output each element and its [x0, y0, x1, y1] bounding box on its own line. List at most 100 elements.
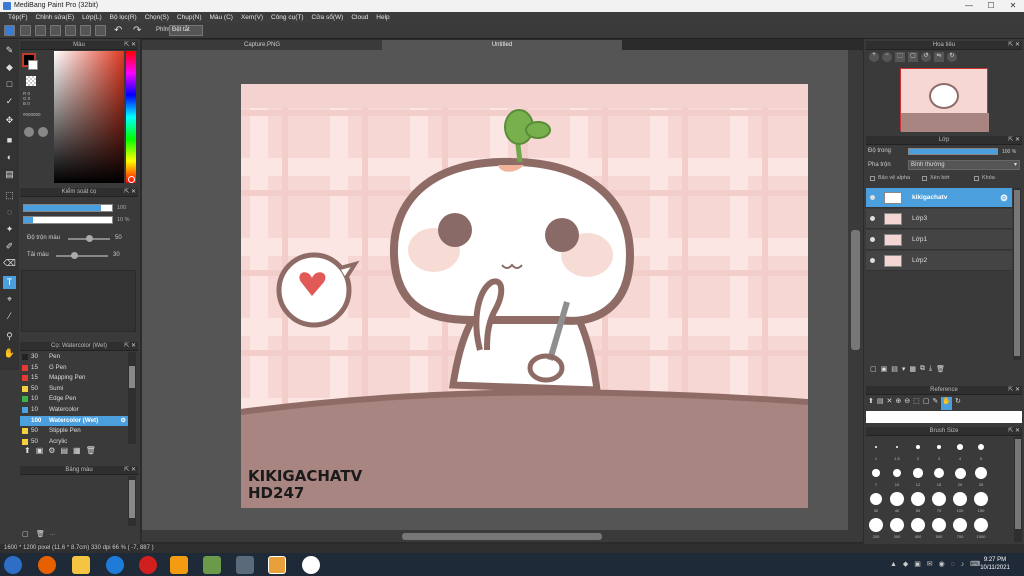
fit-icon[interactable]: ⬚ [895, 52, 905, 62]
brush-opacity-slider[interactable] [23, 216, 113, 224]
brush-size-option[interactable] [953, 518, 967, 532]
close-icon[interactable]: ⇱ ✕ [1008, 41, 1020, 50]
media-player-icon[interactable] [170, 556, 188, 574]
menu-color[interactable]: Màu (C) [205, 12, 236, 23]
brush-size-slider[interactable] [23, 204, 113, 212]
clock[interactable]: 9:27 PM 10/11/2021 [972, 556, 1018, 572]
close-icon[interactable]: ⇱ ✕ [124, 41, 136, 50]
reference-folder-icon[interactable]: ▤ [877, 397, 884, 410]
actual-size-icon[interactable]: ▢ [908, 52, 918, 62]
zoom-out-icon[interactable]: − [882, 52, 892, 62]
close-icon[interactable]: ⇱ ✕ [1008, 136, 1020, 145]
layer-scrollbar[interactable] [1013, 188, 1021, 360]
eraser-tool-icon[interactable]: ◆ [3, 61, 16, 74]
menu-help[interactable]: Help [372, 12, 393, 23]
brush-list-scrollbar[interactable] [128, 352, 136, 444]
canvas-area[interactable]: KIKIGACHATV HD247 [142, 50, 863, 542]
gradient-tool-icon[interactable]: ▤ [3, 168, 16, 181]
transparent-swatch[interactable] [26, 76, 36, 86]
canvas-h-scroll-thumb[interactable] [402, 533, 602, 540]
menu-view[interactable]: Xem(V) [237, 12, 267, 23]
navigator-thumbnail[interactable] [900, 68, 989, 132]
app-icon-green[interactable] [203, 556, 221, 574]
reference-actual-icon[interactable]: ▢ [923, 397, 930, 410]
menu-window[interactable]: Cửa sổ(W) [308, 12, 348, 23]
brush-item-edge-pen[interactable]: 10 Edge Pen [20, 394, 128, 404]
menu-layer[interactable]: Lớp(L) [78, 12, 105, 23]
brush-size-option[interactable] [977, 443, 985, 451]
palette-scrollbar[interactable] [128, 476, 136, 526]
canvas-v-scrollbar[interactable] [848, 50, 863, 542]
menu-snap[interactable]: Chụp(N) [173, 12, 206, 23]
brush-settings-icon[interactable]: ⚙ [48, 446, 55, 458]
palette-add-icon[interactable]: ▢ [22, 530, 29, 538]
brush-size-option[interactable] [913, 468, 923, 478]
new-file-icon[interactable] [20, 25, 31, 36]
layer-opacity-slider[interactable] [908, 148, 998, 155]
select-pen-icon[interactable]: ✓ [3, 95, 16, 108]
layer-row-kikigachatv[interactable]: kikigachatv ⚙ [866, 188, 1012, 208]
brush-size-option[interactable] [953, 492, 967, 506]
brush-item-watercolor[interactable]: 10 Watercolor [20, 405, 128, 415]
layer-scroll-thumb[interactable] [1014, 190, 1020, 356]
add-halftone-layer-icon[interactable]: ▣ [881, 365, 888, 377]
minimize-button[interactable]: — [958, 0, 980, 12]
fill-rect-icon[interactable]: ■ [3, 134, 16, 147]
brush-item-watercolor-wet[interactable]: 100 Watercolor (Wet) ⚙ [20, 415, 128, 426]
protect-alpha-checkbox[interactable] [870, 176, 875, 181]
text-tool-icon[interactable]: T [3, 276, 16, 289]
ie-icon[interactable] [106, 556, 124, 574]
reference-fit-icon[interactable]: ⬚ [913, 397, 920, 410]
opera-icon[interactable] [139, 556, 157, 574]
layer-blend-select[interactable]: Bình thường ▾ [908, 160, 1020, 170]
brush-size-option[interactable] [916, 445, 920, 449]
dot-tool-icon[interactable]: □ [3, 78, 16, 91]
add-8bit-layer-icon[interactable]: ▤ [891, 365, 898, 377]
color-sv-picker[interactable] [54, 51, 124, 183]
divide-tool-icon[interactable]: ⁄ [3, 310, 16, 323]
eye-icon[interactable] [870, 237, 875, 242]
add-layer-icon[interactable]: ▢ [870, 365, 877, 377]
brush-size-option[interactable] [872, 469, 880, 477]
brush-item-mapping-pen[interactable]: 15 Mapping Pen [20, 373, 128, 383]
brush-size-option[interactable] [892, 468, 902, 478]
blend-handle[interactable] [86, 235, 93, 242]
brush-item-pen[interactable]: 30 Pen [20, 352, 128, 362]
open-file-icon[interactable] [35, 25, 46, 36]
reference-close-icon[interactable]: ✕ [887, 397, 893, 410]
explorer-icon[interactable] [72, 556, 90, 574]
eye-icon[interactable] [870, 216, 875, 221]
reference-rotate-icon[interactable]: ↻ [955, 397, 961, 410]
brush-item-g-pen[interactable]: 15 G Pen [20, 363, 128, 373]
layer-folder-icon[interactable]: ▦ [909, 365, 916, 377]
delete-layer-icon[interactable]: 🗑 [936, 365, 945, 377]
duplicate-layer-icon[interactable]: ⧉ [920, 365, 925, 377]
reference-hand-icon[interactable]: ✋ [941, 397, 952, 410]
close-icon[interactable]: ⇱ ✕ [124, 466, 136, 475]
merge-layer-icon[interactable]: ⤓ [929, 365, 932, 377]
menu-file[interactable]: Tệp(F) [4, 12, 32, 23]
medibang-task-icon[interactable] [268, 556, 286, 574]
brush-size-option[interactable] [869, 492, 883, 506]
brush-size-option[interactable] [911, 492, 925, 506]
move-tool-icon[interactable]: ✥ [3, 114, 16, 127]
brush-copy-icon[interactable]: ▦ [73, 446, 81, 458]
eyedropper-icon[interactable]: ⚲ [3, 330, 16, 343]
brush-size-option[interactable] [957, 444, 963, 450]
tab-untitled[interactable]: Untitled [382, 40, 622, 50]
color-settings-icon[interactable] [38, 127, 48, 137]
save-icon[interactable] [50, 25, 61, 36]
secondary-color-swatch[interactable] [28, 60, 38, 70]
brush-tool-icon[interactable]: ✎ [3, 44, 16, 57]
tray-icons[interactable]: ▲ ◆ ▣ ✉ ◉ ◌ ♪ ⌨ [890, 560, 982, 568]
grid-icon[interactable] [80, 25, 91, 36]
brush-size-option[interactable] [932, 518, 946, 532]
start-button[interactable] [4, 556, 22, 574]
panel-icon[interactable] [95, 25, 106, 36]
brush-size-option[interactable] [869, 518, 883, 532]
gear-icon[interactable]: ⚙ [120, 416, 126, 426]
select-rect-icon[interactable]: ⬚ [3, 189, 16, 202]
brush-size-option[interactable] [890, 492, 904, 506]
chrome-icon[interactable] [302, 556, 320, 574]
flip-icon[interactable]: ⇋ [934, 52, 944, 62]
